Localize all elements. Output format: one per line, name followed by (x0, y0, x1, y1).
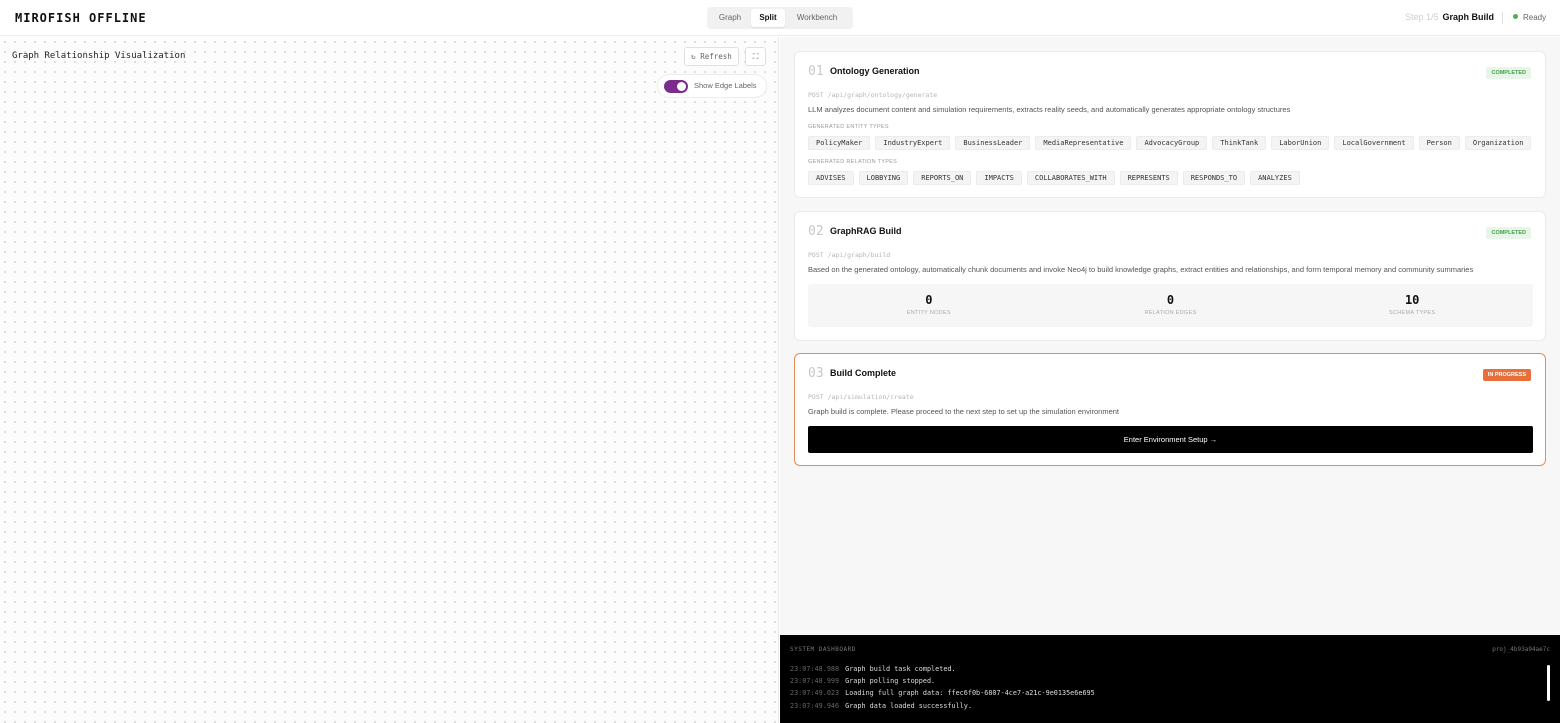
relation-type-tag: LOBBYING (858, 171, 909, 185)
toggle-knob (677, 82, 686, 91)
step-card-build-complete: 03 Build Complete IN PROGRESS POST /api/… (794, 353, 1546, 466)
step-description: Based on the generated ontology, automat… (808, 265, 1474, 274)
tab-workbench[interactable]: Workbench (785, 9, 849, 27)
entity-type-tag: Person (1418, 136, 1460, 150)
entity-type-tag: IndustryExpert (875, 136, 951, 150)
relation-type-tag: REPRESENTS (1119, 171, 1178, 185)
log-timestamp: 23:07:49.946 (790, 702, 840, 710)
step-number: 02 (808, 224, 824, 239)
relation-type-tag: REPORTS_ON (913, 171, 972, 185)
log-message: Graph build task completed. (845, 665, 956, 673)
log-title: SYSTEM DASHBOARD (790, 646, 856, 653)
log-line: 23:07:48.988 Graph build task completed. (790, 665, 956, 673)
stat-label: SCHEMA TYPES (1389, 310, 1436, 316)
entity-type-tag: ThinkTank (1212, 136, 1267, 150)
step-number: 03 (808, 366, 824, 381)
project-id: proj_4b93a94ae7c (1492, 646, 1550, 653)
log-line: 23:07:48.999 Graph polling stopped. (790, 677, 935, 685)
stat-schema-types: 10 SCHEMA TYPES (1291, 284, 1533, 327)
log-line: 23:07:49.023 Loading full graph data: ffe… (790, 689, 1095, 697)
status-text: Ready (1523, 13, 1547, 22)
relation-types-list: ADVISES LOBBYING REPORTS_ON IMPACTS COLL… (808, 171, 1300, 185)
step-name: Graph Build (1442, 12, 1495, 22)
step-count: Step 1/5 (1404, 12, 1439, 22)
step-title: Build Complete (830, 368, 897, 378)
stat-entity-nodes: 0 ENTITY NODES (808, 284, 1050, 327)
log-scrollbar[interactable] (1547, 665, 1550, 701)
log-timestamp: 23:07:48.999 (790, 677, 840, 685)
tab-split[interactable]: Split (751, 9, 785, 27)
build-stats: 0 ENTITY NODES 0 RELATION EDGES 10 SCHEM… (808, 284, 1533, 327)
step-number: 01 (808, 64, 824, 79)
status-indicator: Ready (1513, 13, 1546, 22)
status-dot-icon (1513, 14, 1518, 19)
stat-value: 0 (1166, 293, 1175, 307)
entity-type-tag: PolicyMaker (808, 136, 871, 150)
stat-relation-edges: 0 RELATION EDGES (1050, 284, 1292, 327)
edge-labels-toggle[interactable] (664, 80, 688, 93)
entity-type-tag: AdvocacyGroup (1136, 136, 1208, 150)
relation-type-tag: ADVISES (808, 171, 854, 185)
stat-label: ENTITY NODES (906, 310, 951, 316)
relation-type-tag: IMPACTS (976, 171, 1022, 185)
view-mode-switch: Graph Split Workbench (707, 7, 853, 29)
top-bar: MIROFISH OFFLINE Graph Split Workbench S… (0, 0, 1560, 36)
step-description: LLM analyzes document content and simula… (808, 105, 1291, 114)
log-message: Graph polling stopped. (845, 677, 936, 685)
entity-type-tag: LaborUnion (1271, 136, 1330, 150)
relation-type-tag: RESPONDS_TO (1182, 171, 1246, 185)
stat-value: 0 (925, 293, 933, 307)
status-badge: IN PROGRESS (1482, 369, 1531, 381)
enter-environment-setup-button[interactable]: Enter Environment Setup → (808, 426, 1533, 453)
step-card-ontology: 01 Ontology Generation COMPLETED POST /a… (794, 51, 1546, 198)
step-indicator: Step 1/5 Graph Build (1405, 12, 1494, 22)
api-endpoint: POST /api/graph/build (808, 251, 891, 259)
step-description: Graph build is complete. Please proceed … (808, 407, 1120, 416)
relation-type-tag: COLLABORATES_WITH (1026, 171, 1115, 185)
entity-type-tag: Organization (1464, 136, 1532, 150)
step-title: GraphRAG Build (830, 226, 902, 236)
header-divider (1502, 12, 1503, 24)
tab-graph[interactable]: Graph (709, 9, 751, 27)
brand-logo: MIROFISH OFFLINE (15, 11, 147, 25)
relation-types-label: GENERATED RELATION TYPES (808, 159, 898, 165)
graph-panel[interactable]: Graph Relationship Visualization ↻ Refre… (0, 37, 779, 723)
step-card-graphrag: 02 GraphRAG Build COMPLETED POST /api/gr… (794, 211, 1546, 341)
relation-type-tag: ANALYZES (1250, 171, 1300, 185)
entity-type-tag: LocalGovernment (1334, 136, 1414, 150)
edge-labels-toggle-label: Show Edge Labels (694, 81, 757, 90)
api-endpoint: POST /api/simulation/create (808, 393, 914, 401)
log-line: 23:07:49.946 Graph data loaded successful… (790, 702, 972, 710)
stat-value: 10 (1404, 293, 1420, 307)
entity-types-label: GENERATED ENTITY TYPES (808, 124, 889, 130)
log-timestamp: 23:07:48.988 (790, 665, 840, 673)
log-timestamp: 23:07:49.023 (790, 689, 840, 697)
entity-types-list: PolicyMaker IndustryExpert BusinessLeade… (808, 136, 1532, 150)
stat-label: RELATION EDGES (1144, 310, 1197, 316)
fullscreen-icon[interactable]: ⛶ (745, 47, 766, 66)
api-endpoint: POST /api/graph/ontology/generate (808, 91, 938, 99)
graph-panel-title: Graph Relationship Visualization (12, 51, 186, 61)
refresh-button[interactable]: ↻ Refresh (684, 47, 739, 66)
entity-type-tag: BusinessLeader (955, 136, 1031, 150)
log-message: Loading full graph data: ffec6f0b-6807-4… (845, 689, 1095, 697)
step-title: Ontology Generation (830, 66, 920, 76)
status-badge: COMPLETED (1486, 67, 1531, 79)
status-badge: COMPLETED (1486, 227, 1531, 239)
system-dashboard-log: SYSTEM DASHBOARD proj_4b93a94ae7c 23:07:… (780, 635, 1560, 723)
edge-labels-toggle-container: Show Edge Labels (657, 74, 767, 98)
log-message: Graph data loaded successfully. (845, 702, 972, 710)
workflow-panel: 01 Ontology Generation COMPLETED POST /a… (780, 37, 1560, 635)
entity-type-tag: MediaRepresentative (1035, 136, 1132, 150)
